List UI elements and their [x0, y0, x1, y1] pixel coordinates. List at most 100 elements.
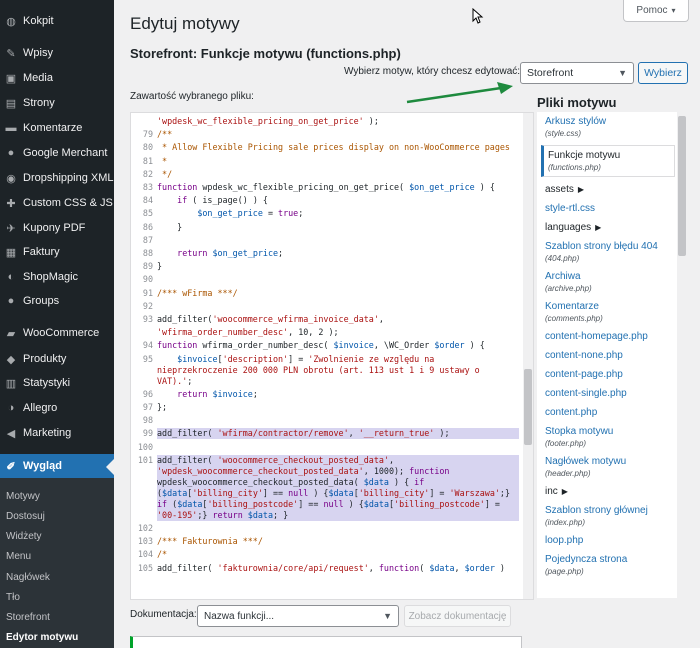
file-item-pojedyncza-strona[interactable]: Pojedyncza strona (page.php)	[537, 553, 675, 577]
code-token: 'fakturownia/core/api/request'	[217, 562, 369, 573]
sidebar-item-produkty[interactable]: ◆ Produkty	[0, 347, 114, 371]
code-token: return	[177, 388, 208, 399]
file-item-funkcje-motywu[interactable]: Funkcje motywu (functions.php)	[541, 145, 675, 177]
code-token: if	[157, 498, 168, 509]
page-title: Edytuj motywy	[130, 14, 240, 33]
code-token: $order	[464, 562, 495, 573]
line-number: 104	[137, 549, 153, 560]
line-content: function wfirma_order_number_desc( $invo…	[157, 340, 519, 351]
file-item-inc[interactable]: inc ▶	[537, 485, 675, 498]
code-token: $invoice	[177, 353, 218, 364]
sidebar-item-groups[interactable]: ● Groups	[0, 289, 114, 313]
file-item-arkusz-stylow[interactable]: Arkusz stylów (style.css)	[537, 115, 675, 139]
view-documentation-button[interactable]: Zobacz dokumentację	[404, 605, 511, 627]
line-number: 81	[142, 155, 153, 166]
code-token: ;	[252, 388, 258, 399]
line-content: }	[157, 222, 519, 233]
sidebar-item-custom-css-js[interactable]: ✚ Custom CSS & JS	[0, 191, 114, 215]
files-scrollbar-thumb[interactable]	[678, 116, 686, 256]
code-token: wfirma_order_number_desc(	[197, 340, 334, 351]
mouse-cursor-icon	[472, 8, 484, 24]
submenu-item-tlo[interactable]: Tło	[0, 587, 114, 607]
theme-select[interactable]: Storefront ▼	[520, 62, 634, 84]
submenu-item-naglowek[interactable]: Nagłówek	[0, 567, 114, 587]
sidebar-item-google-merchant[interactable]: ● Google Merchant	[0, 141, 114, 165]
annotation-arrow	[406, 82, 513, 104]
code-token: 'wpdesk_woocommerce_checkout_posted_data…	[157, 465, 364, 476]
file-item-komentarze[interactable]: Komentarze (comments.php)	[537, 300, 675, 324]
file-item-szablon-strony-glownej[interactable]: Szablon strony głównej (index.php)	[537, 504, 675, 528]
select-theme-button[interactable]: Wybierz	[638, 62, 688, 84]
file-item-style-rtl-css[interactable]: style-rtl.css	[537, 202, 675, 215]
line-content: add_filter( 'woocommerce_checkout_posted…	[157, 454, 519, 521]
sidebar-item-media[interactable]: ▣ Media	[0, 66, 114, 90]
line-content: /**	[157, 129, 519, 140]
code-token: ) {	[343, 498, 364, 509]
sidebar-item-faktury[interactable]: ▦ Faktury	[0, 240, 114, 264]
submenu-item-storefront[interactable]: Storefront	[0, 607, 114, 627]
sidebar-item-label: Wpisy	[23, 47, 53, 59]
code-token: (	[419, 562, 430, 573]
sidebar-item-allegro[interactable]: ◑ Allegro	[0, 396, 114, 420]
sidebar-item-wpisy[interactable]: ✎ Wpisy	[0, 41, 114, 65]
file-item-content-single-php[interactable]: content-single.php	[537, 387, 675, 400]
line-number: 88	[142, 248, 153, 258]
sidebar-item-marketing[interactable]: ◀ Marketing	[0, 421, 114, 445]
sidebar-item-strony[interactable]: ▤ Strony	[0, 91, 114, 115]
sidebar-item-statystyki[interactable]: ▥ Statystyki	[0, 371, 114, 395]
code-token: 'wfirma/contractor/remove'	[217, 428, 349, 439]
sidebar-item-wyglad[interactable]: ✐ Wygląd	[0, 454, 114, 478]
sidebar-item-dropshipping-xml[interactable]: ◉ Dropshipping XML	[0, 166, 114, 190]
file-item-naglowek-motywu[interactable]: Nagłówek motywu (header.php)	[537, 455, 675, 479]
file-item-languages[interactable]: languages ▶	[537, 221, 675, 234]
file-item-szablon-strony-bledu-404[interactable]: Szablon strony błędu 404 (404.php)	[537, 240, 675, 264]
chevron-down-icon: ▾	[671, 6, 676, 15]
documentation-select[interactable]: Nazwa funkcji... ▼	[197, 605, 399, 627]
file-path: (header.php)	[545, 469, 591, 478]
sidebar-item-kupony-pdf[interactable]: ✈ Kupony PDF	[0, 216, 114, 240]
submenu-item-edytor-motywu[interactable]: Edytor motywu	[0, 627, 114, 647]
submenu-item-dostosuj[interactable]: Dostosuj	[0, 506, 114, 526]
code-token: ] =	[484, 498, 505, 509]
stats-icon: ▥	[5, 377, 17, 390]
sidebar-item-label: Faktury	[23, 246, 60, 258]
sidebar-item-komentarze[interactable]: ▬ Komentarze	[0, 116, 114, 140]
file-item-content-page-php[interactable]: content-page.php	[537, 368, 675, 381]
file-item-loop-php[interactable]: loop.php	[537, 534, 675, 547]
file-item-assets[interactable]: assets ▶	[537, 183, 675, 196]
editor-scrollbar[interactable]	[523, 113, 533, 599]
sidebar-item-woocommerce[interactable]: ▰ WooCommerce	[0, 321, 114, 345]
submenu-item-widzety[interactable]: Widżety	[0, 526, 114, 546]
code-token: '00-195'	[157, 509, 198, 520]
sidebar-item-shopmagic[interactable]: ◐ ShopMagic	[0, 265, 114, 289]
file-item-content-homepage-php[interactable]: content-homepage.php	[537, 330, 675, 343]
code-token: function	[157, 182, 198, 192]
code-editor[interactable]: 'wpdesk_wc_flexible_pricing_on_get_price…	[130, 112, 534, 600]
file-item-archiwa[interactable]: Archiwa (archive.php)	[537, 270, 675, 294]
code-token: ,	[348, 428, 359, 439]
submenu-item-menu[interactable]: Menu	[0, 546, 114, 566]
sidebar-item-kokpit[interactable]: ◍ Kokpit	[0, 9, 114, 33]
editor-scrollbar-thumb[interactable]	[524, 369, 532, 445]
line-number: 82	[142, 168, 153, 179]
file-item-content-none-php[interactable]: content-none.php	[537, 349, 675, 362]
sidebar-item-label: ShopMagic	[23, 271, 79, 283]
file-name: style-rtl.css	[545, 203, 595, 214]
file-item-stopka-motywu[interactable]: Stopka motywu (footer.php)	[537, 425, 675, 449]
file-name: Arkusz stylów	[545, 116, 607, 127]
help-button[interactable]: Pomoc ▾	[623, 0, 689, 22]
file-item-content-php[interactable]: content.php	[537, 406, 675, 419]
sidebar-item-label: Komentarze	[23, 122, 83, 134]
submenu-item-motywy[interactable]: Motywy	[0, 486, 114, 506]
code-token: $data	[177, 498, 203, 509]
sidebar-item-label: Kupony PDF	[23, 222, 86, 234]
file-path: (index.php)	[545, 518, 586, 527]
files-scrollbar[interactable]	[677, 112, 687, 598]
shopmagic-icon: ◐	[7, 271, 15, 283]
pages-icon: ▤	[5, 97, 17, 110]
sidebar-item-label: Kokpit	[23, 15, 54, 27]
code-token: ;	[278, 248, 284, 258]
